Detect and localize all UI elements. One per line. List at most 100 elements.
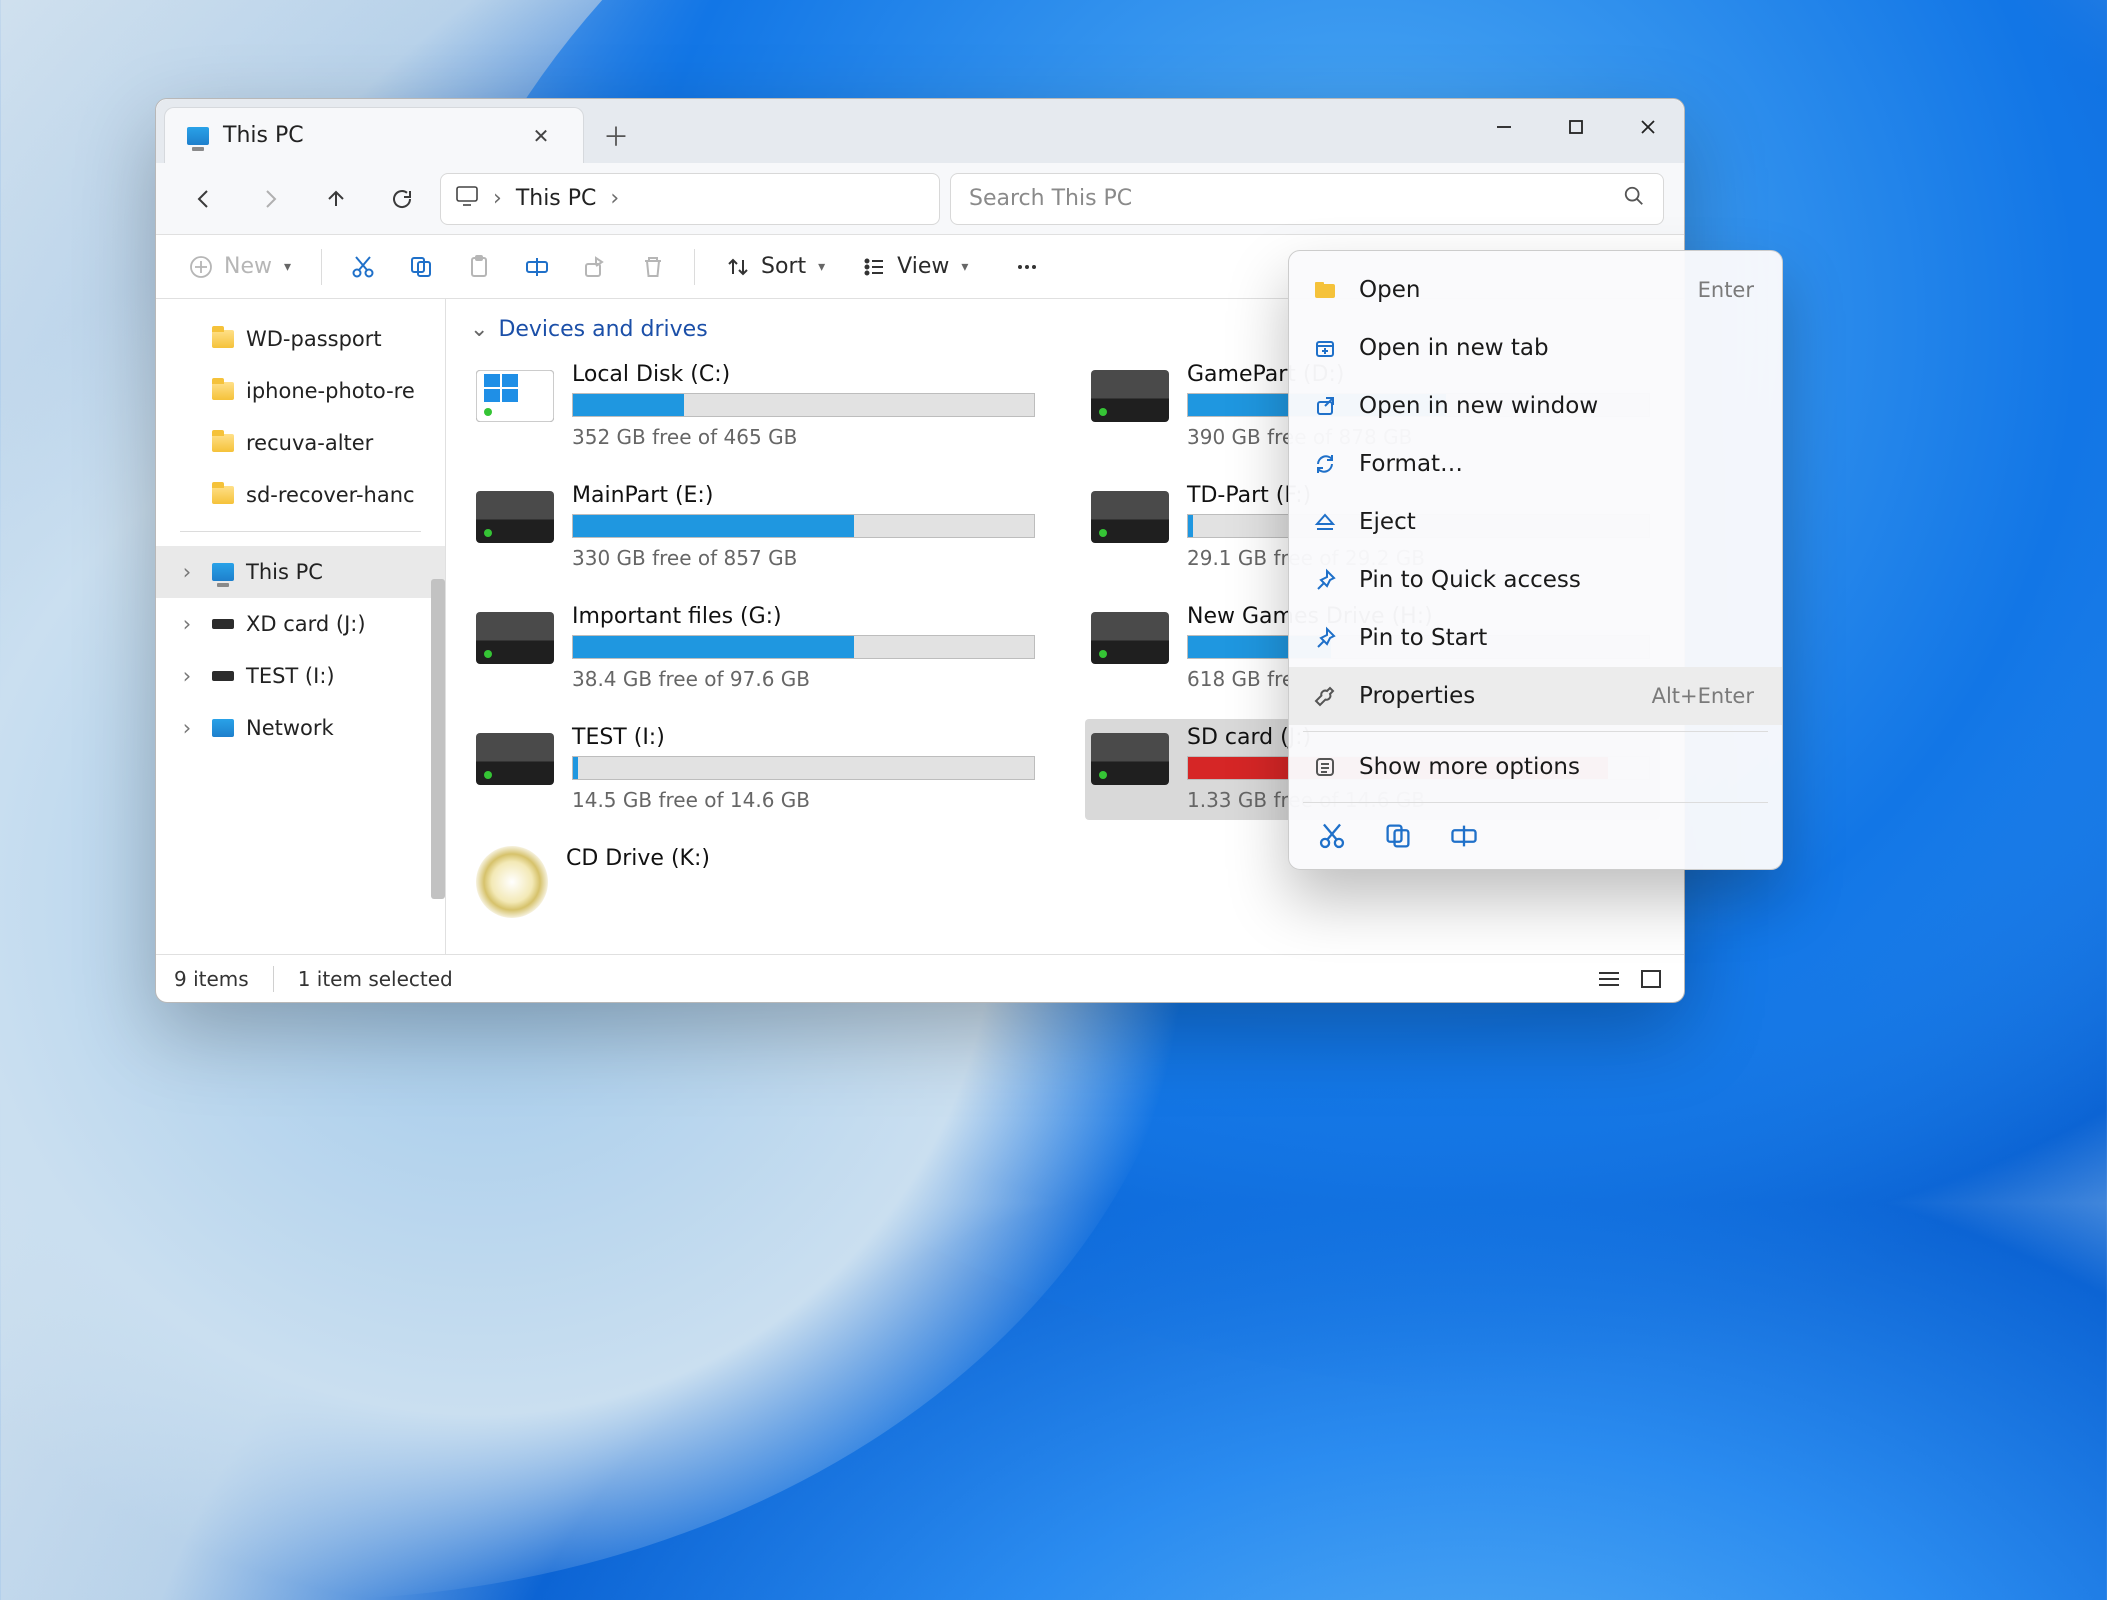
cut-button[interactable] [338,245,388,289]
network-icon [212,719,234,737]
share-button[interactable] [570,245,620,289]
cut-icon[interactable] [1317,821,1347,851]
tab-title: This PC [223,123,507,148]
sidebar-quick-item[interactable]: recuva-alter [156,417,445,469]
drive-icon [212,671,234,681]
format-icon [1311,452,1339,476]
context-menu-item[interactable]: OpenEnter [1289,261,1782,319]
separator [321,249,322,285]
copy-button[interactable] [396,245,446,289]
context-menu-item[interactable]: Open in new window [1289,377,1782,435]
context-menu: OpenEnter Open in new tab Open in new wind… [1288,250,1783,870]
rename-button[interactable] [512,245,562,289]
drive-free-text: 330 GB free of 857 GB [572,546,1035,570]
sidebar-tree-item[interactable]: ›This PC [156,546,445,598]
chevron-right-icon: › [174,716,200,740]
nav-up-button[interactable] [308,175,364,223]
context-menu-item[interactable]: Format… [1289,435,1782,493]
view-button[interactable]: View ▾ [847,245,982,289]
drive-item[interactable]: TEST (I:)14.5 GB free of 14.6 GB [470,719,1045,820]
chevron-down-icon: ▾ [284,259,291,275]
hard-drive-icon [1091,491,1169,543]
sidebar-quick-item[interactable]: iphone-photo-re [156,365,445,417]
drive-name: Local Disk (C:) [572,362,1035,387]
search-input[interactable]: Search This PC [950,173,1664,225]
context-menu-label: Open in new tab [1359,335,1549,361]
drive-item[interactable]: Important files (G:)38.4 GB free of 97.6… [470,598,1045,699]
drive-name: MainPart (E:) [572,483,1035,508]
more-button[interactable] [1002,245,1052,289]
sidebar-tree-item[interactable]: › XD card (J:) [156,598,445,650]
copy-icon [408,254,434,280]
nav-forward-button[interactable] [242,175,298,223]
sidebar-quick-item[interactable]: sd-recover-hanc [156,469,445,521]
nav-refresh-button[interactable] [374,175,430,223]
chevron-right-icon: › [610,186,619,211]
context-menu-item[interactable]: Pin to Quick access [1289,551,1782,609]
chevron-down-icon: ▾ [818,259,825,275]
sidebar-item-label: TEST (I:) [246,664,335,688]
separator [180,531,421,532]
delete-button[interactable] [628,245,678,289]
sidebar-tree-item[interactable]: ›Network [156,702,445,754]
separator [1303,731,1768,732]
rename-icon[interactable] [1449,821,1479,851]
context-menu-label: Pin to Quick access [1359,567,1581,593]
new-tab-button[interactable]: ＋ [592,111,640,159]
context-menu-item[interactable]: PropertiesAlt+Enter [1289,667,1782,725]
separator [694,249,695,285]
sidebar-quick-item[interactable]: WD-passport [156,313,445,365]
hard-drive-icon [1091,733,1169,785]
drive-item[interactable]: CD Drive (K:) [470,840,1045,926]
group-header-label: Devices and drives [498,317,707,342]
breadcrumb-location: This PC [516,186,597,211]
context-menu-icon-row [1289,809,1782,857]
navigation-pane: WD-passport iphone-photo-re recuva-alter sd… [156,299,446,954]
hard-drive-icon [476,491,554,543]
newwin-icon [1311,394,1339,418]
window-close-button[interactable] [1612,99,1684,155]
chevron-right-icon: › [174,612,200,636]
this-pc-icon [187,127,209,145]
drive-item[interactable]: Local Disk (C:)352 GB free of 465 GB [470,356,1045,457]
context-menu-item[interactable]: Show more options [1289,738,1782,796]
sidebar-item-label: XD card (J:) [246,612,366,636]
capacity-bar [572,514,1035,538]
context-menu-item[interactable]: Pin to Start [1289,609,1782,667]
folder-icon [212,486,234,504]
tiles-view-toggle[interactable] [1636,966,1666,992]
folder-icon [1311,280,1339,300]
folder-icon [212,434,234,452]
shortcut-hint: Enter [1698,278,1754,302]
hard-drive-icon [1091,370,1169,422]
context-menu-item[interactable]: Open in new tab [1289,319,1782,377]
folder-icon [212,330,234,348]
window-maximize-button[interactable] [1540,99,1612,155]
tab-this-pc[interactable]: This PC ✕ [164,107,584,163]
sidebar-tree-item[interactable]: ›TEST (I:) [156,650,445,702]
window-minimize-button[interactable] [1468,99,1540,155]
eject-icon [1311,510,1339,534]
drive-item[interactable]: MainPart (E:) 330 GB free of 857 GB [470,477,1045,578]
context-menu-item[interactable]: Eject [1289,493,1782,551]
context-menu-label: Format… [1359,451,1463,477]
sort-button[interactable]: Sort ▾ [711,245,839,289]
new-button[interactable]: New ▾ [174,245,305,289]
context-menu-label: Properties [1359,683,1475,709]
details-view-toggle[interactable] [1594,966,1624,992]
sidebar-item-label: recuva-alter [246,431,373,455]
paste-button[interactable] [454,245,504,289]
tab-close-button[interactable]: ✕ [521,116,561,156]
drive-name: TEST (I:) [572,725,1035,750]
delete-icon [640,254,666,280]
this-pc-icon [212,563,234,581]
more-icon [1311,755,1339,779]
nav-back-button[interactable] [176,175,232,223]
sidebar-scrollbar[interactable] [431,579,445,899]
share-icon [582,254,608,280]
sidebar-item-label: iphone-photo-re [246,379,415,403]
chevron-right-icon: › [493,186,502,211]
more-icon [1014,254,1040,280]
copy-icon[interactable] [1383,821,1413,851]
breadcrumb-bar[interactable]: › This PC › [440,173,940,225]
